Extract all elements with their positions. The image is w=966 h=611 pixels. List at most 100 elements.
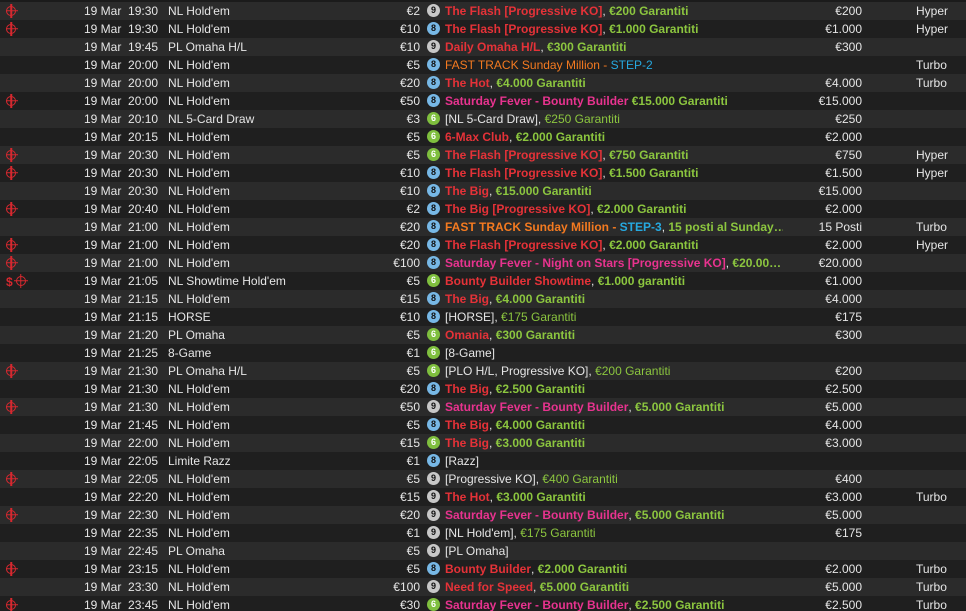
tournament-row[interactable]: 19 Mar 22:00 NL Hold'em €15 6 The Big, €3.00…: [0, 434, 966, 452]
seats-badge-icon: 9: [427, 40, 440, 54]
guaranteed-prize: €4.000: [825, 418, 862, 432]
tournament-name[interactable]: The Flash [Progressive KO], €1.000 Garan…: [445, 20, 783, 38]
tournament-name[interactable]: Saturday Fever - Bounty Builder €15.000 …: [445, 92, 783, 110]
tournament-row[interactable]: 19 Mar 19:45 PL Omaha H/L €10 9 Daily Omaha …: [0, 38, 966, 56]
tournament-name[interactable]: [HORSE], €175 Garantiti: [445, 308, 783, 326]
tournament-row[interactable]: $19 Mar 21:05 NL Showtime Hold'em €5 6 Bount…: [0, 272, 966, 290]
speed-label: Hyper: [916, 238, 949, 252]
tournament-name[interactable]: Daily Omaha H/L, €300 Garantiti: [445, 38, 783, 56]
knockout-target-icon: [6, 365, 16, 376]
tournament-row[interactable]: 19 Mar 21:15 HORSE €10 8 [HORSE], €175 Garan…: [0, 308, 966, 326]
tournament-name[interactable]: [NL Hold'em], €175 Garantiti: [445, 524, 783, 542]
game-type: NL Hold'em: [168, 220, 230, 234]
tournament-row[interactable]: 19 Mar 21:00 NL Hold'em €100 8 Saturday Feve…: [0, 254, 966, 272]
tournament-name[interactable]: [Razz]: [445, 452, 783, 470]
seats-badge-icon: 8: [427, 382, 440, 396]
tournament-name[interactable]: The Big, €4.000 Garantiti: [445, 290, 783, 308]
tournament-row[interactable]: 19 Mar 20:10 NL 5-Card Draw €3 6 [NL 5-Card …: [0, 110, 966, 128]
tournament-name[interactable]: Saturday Fever - Night on Stars [Progres…: [445, 254, 783, 272]
tournament-row[interactable]: 19 Mar 20:00 NL Hold'em €50 8 Saturday Fever…: [0, 92, 966, 110]
tournament-name[interactable]: The Flash [Progressive KO], €200 Garanti…: [445, 2, 783, 20]
tournament-name[interactable]: The Big [Progressive KO], €2.000 Garanti…: [445, 200, 783, 218]
tournament-name[interactable]: The Flash [Progressive KO], €1.500 Garan…: [445, 164, 783, 182]
start-datetime: 19 Mar 19:45: [84, 40, 159, 54]
name-segment: FAST TRACK Sunday Million -: [445, 220, 620, 234]
tournament-row[interactable]: 19 Mar 21:30 PL Omaha H/L €5 6 [PLO H/L, Pro…: [0, 362, 966, 380]
tournament-row[interactable]: 19 Mar 21:00 NL Hold'em €20 8 The Flash [Pro…: [0, 236, 966, 254]
tournament-name[interactable]: Bounty Builder, €2.000 Garantiti: [445, 560, 783, 578]
seats-badge-icon: 6: [427, 346, 440, 360]
tournament-name[interactable]: [PL Omaha]: [445, 542, 783, 560]
tournament-row[interactable]: 19 Mar 21:30 NL Hold'em €50 9 Saturday Fever…: [0, 398, 966, 416]
seats-cell: 6: [427, 128, 443, 146]
speed-label: [916, 434, 966, 452]
tournament-name[interactable]: Saturday Fever - Bounty Builder, €2.500 …: [445, 596, 783, 611]
tournament-row[interactable]: 19 Mar 21:45 NL Hold'em €5 8 The Big, €4.000…: [0, 416, 966, 434]
tournament-name[interactable]: Omania, €300 Garantiti: [445, 326, 783, 344]
speed-label: [916, 398, 966, 416]
tournament-name[interactable]: 6-Max Club, €2.000 Garantiti: [445, 128, 783, 146]
guaranteed-prize: €5.000: [825, 508, 862, 522]
tournament-name[interactable]: The Big, €3.000 Garantiti: [445, 434, 783, 452]
tournament-row[interactable]: 19 Mar 20:00 NL Hold'em €20 8 The Hot, €4.00…: [0, 74, 966, 92]
row-icons: [6, 524, 84, 542]
start-datetime: 19 Mar 19:30: [84, 22, 159, 36]
tournament-name[interactable]: [8-Game]: [445, 344, 783, 362]
tournament-row[interactable]: 19 Mar 20:40 NL Hold'em €2 8 The Big [Progre…: [0, 200, 966, 218]
row-icons: [6, 200, 84, 218]
tournament-name[interactable]: [Progressive KO], €400 Garantiti: [445, 470, 783, 488]
name-segment: The Flash [Progressive KO]: [445, 238, 603, 252]
seats-badge-icon: 8: [427, 292, 440, 306]
tournament-name[interactable]: The Big, €2.500 Garantiti: [445, 380, 783, 398]
tournament-row[interactable]: 19 Mar 19:30 NL Hold'em €2 9 The Flash [Prog…: [0, 2, 966, 20]
seats-cell: 8: [427, 416, 443, 434]
tournament-row[interactable]: 19 Mar 22:20 NL Hold'em €15 9 The Hot, €3.00…: [0, 488, 966, 506]
game-type: NL Showtime Hold'em: [168, 274, 286, 288]
tournament-name[interactable]: FAST TRACK Sunday Million - STEP-2: [445, 56, 783, 74]
guaranteed-prize: €2.000: [825, 202, 862, 216]
tournament-name[interactable]: Need for Speed, €5.000 Garantiti: [445, 578, 783, 596]
tournament-row[interactable]: 19 Mar 23:15 NL Hold'em €5 8 Bounty Builder,…: [0, 560, 966, 578]
tournament-row[interactable]: 19 Mar 23:30 NL Hold'em €100 9 Need for Spee…: [0, 578, 966, 596]
tournament-name[interactable]: Saturday Fever - Bounty Builder, €5.000 …: [445, 506, 783, 524]
tournament-row[interactable]: 19 Mar 22:05 NL Hold'em €5 9 [Progressive KO…: [0, 470, 966, 488]
tournament-row[interactable]: 19 Mar 22:45 PL Omaha €5 9 [PL Omaha]: [0, 542, 966, 560]
tournament-row[interactable]: 19 Mar 20:15 NL Hold'em €5 6 6-Max Club, €2.…: [0, 128, 966, 146]
tournament-row[interactable]: 19 Mar 21:20 PL Omaha €5 6 Omania, €300 Gara…: [0, 326, 966, 344]
tournament-name[interactable]: The Flash [Progressive KO], €750 Garanti…: [445, 146, 783, 164]
tournament-name[interactable]: The Hot, €4.000 Garantiti: [445, 74, 783, 92]
tournament-row[interactable]: 19 Mar 20:30 NL Hold'em €10 8 The Big, €15.0…: [0, 182, 966, 200]
name-segment: €2.000 Garantiti: [537, 562, 628, 576]
tournament-row[interactable]: 19 Mar 21:25 8-Game €1 6 [8-Game]: [0, 344, 966, 362]
tournament-row[interactable]: 19 Mar 19:30 NL Hold'em €10 8 The Flash [Pro…: [0, 20, 966, 38]
tournament-name[interactable]: The Big, €15.000 Garantiti: [445, 182, 783, 200]
tournament-row[interactable]: 19 Mar 20:00 NL Hold'em €5 8 FAST TRACK Sund…: [0, 56, 966, 74]
row-icons: [6, 236, 84, 254]
tournament-row[interactable]: 19 Mar 22:30 NL Hold'em €20 9 Saturday Fever…: [0, 506, 966, 524]
seats-cell: 8: [427, 74, 443, 92]
tournament-name[interactable]: Saturday Fever - Bounty Builder, €5.000 …: [445, 398, 783, 416]
tournament-row[interactable]: 19 Mar 21:30 NL Hold'em €20 8 The Big, €2.50…: [0, 380, 966, 398]
start-datetime: 19 Mar 20:15: [84, 130, 159, 144]
buy-in: €5: [406, 130, 420, 144]
tournament-row[interactable]: 19 Mar 22:35 NL Hold'em €1 9 [NL Hold'em], €…: [0, 524, 966, 542]
tournament-row[interactable]: 19 Mar 23:45 NL Hold'em €30 6 Saturday Fever…: [0, 596, 966, 611]
tournament-name[interactable]: FAST TRACK Sunday Million - STEP-3, 15 p…: [445, 218, 783, 236]
tournament-name[interactable]: [PLO H/L, Progressive KO], €200 Garantit…: [445, 362, 783, 380]
tournament-row[interactable]: 19 Mar 20:30 NL Hold'em €5 6 The Flash [Prog…: [0, 146, 966, 164]
tournament-row[interactable]: 19 Mar 22:05 Limite Razz €1 8 [Razz]: [0, 452, 966, 470]
tournament-name[interactable]: The Flash [Progressive KO], €2.000 Garan…: [445, 236, 783, 254]
tournament-row[interactable]: 19 Mar 20:30 NL Hold'em €10 8 The Flash [Pro…: [0, 164, 966, 182]
tournament-name[interactable]: The Big, €4.000 Garantiti: [445, 416, 783, 434]
speed-label: Turbo: [916, 580, 947, 594]
game-type: NL Hold'em: [168, 94, 230, 108]
tournament-name[interactable]: [NL 5-Card Draw], €250 Garantiti: [445, 110, 783, 128]
game-type: PL Omaha: [168, 544, 225, 558]
game-type: PL Omaha H/L: [168, 40, 247, 54]
tournament-name[interactable]: The Hot, €3.000 Garantiti: [445, 488, 783, 506]
row-icons: [6, 470, 84, 488]
tournament-row[interactable]: 19 Mar 21:00 NL Hold'em €20 8 FAST TRACK Sun…: [0, 218, 966, 236]
tournament-row[interactable]: 19 Mar 21:15 NL Hold'em €15 8 The Big, €4.00…: [0, 290, 966, 308]
tournament-name[interactable]: Bounty Builder Showtime, €1.000 garantit…: [445, 272, 783, 290]
name-segment: €2.500 Garantiti: [495, 382, 586, 396]
